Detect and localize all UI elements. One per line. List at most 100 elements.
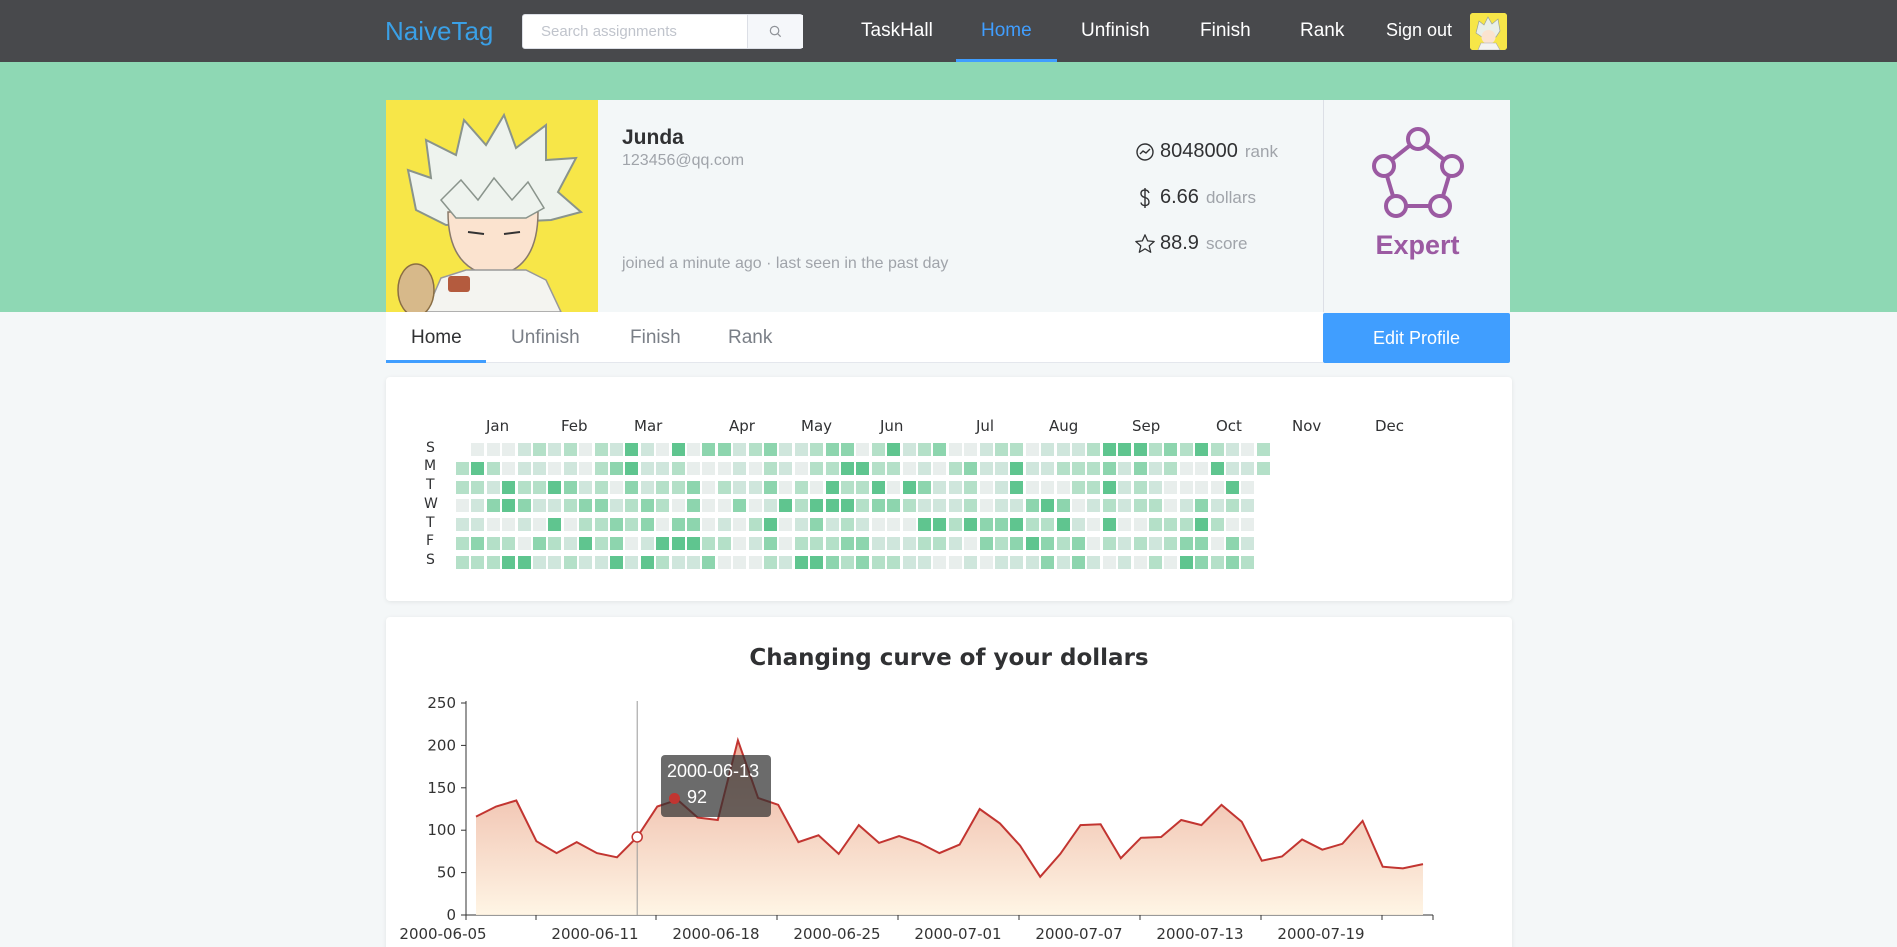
heatmap-cell[interactable]: [594, 499, 608, 513]
heatmap-cell[interactable]: [1164, 443, 1178, 456]
heatmap-cell[interactable]: [1056, 555, 1070, 569]
heatmap-cell[interactable]: [1149, 555, 1162, 569]
heatmap-cell[interactable]: [1072, 518, 1085, 532]
heatmap-cell[interactable]: [1226, 443, 1239, 456]
heatmap-cell[interactable]: [825, 518, 839, 532]
edit-profile-button[interactable]: Edit Profile: [1323, 313, 1510, 363]
heatmap-cell[interactable]: [918, 480, 931, 494]
heatmap-cell[interactable]: [1118, 443, 1132, 456]
heatmap-cell[interactable]: [656, 461, 670, 475]
heatmap-cell[interactable]: [1164, 518, 1178, 532]
heatmap-cell[interactable]: [610, 537, 623, 550]
heatmap-cell[interactable]: [779, 537, 793, 550]
heatmap-cell[interactable]: [979, 537, 993, 550]
heatmap-cell[interactable]: [733, 461, 747, 475]
heatmap-cell[interactable]: [702, 518, 716, 532]
heatmap-cell[interactable]: [1102, 443, 1116, 456]
heatmap-cell[interactable]: [764, 518, 777, 532]
heatmap-cell[interactable]: [1149, 480, 1162, 494]
heatmap-cell[interactable]: [502, 518, 516, 532]
heatmap-cell[interactable]: [1133, 555, 1147, 569]
heatmap-cell[interactable]: [533, 537, 546, 550]
heatmap-cell[interactable]: [1210, 499, 1224, 513]
heatmap-cell[interactable]: [1087, 537, 1101, 550]
heatmap-cell[interactable]: [794, 461, 808, 475]
heatmap-cell[interactable]: [1179, 518, 1193, 532]
heatmap-cell[interactable]: [1041, 443, 1055, 456]
heatmap-cell[interactable]: [486, 518, 500, 532]
heatmap-cell[interactable]: [1179, 461, 1193, 475]
heatmap-cell[interactable]: [625, 555, 639, 569]
heatmap-cell[interactable]: [1102, 537, 1116, 550]
heatmap-cell[interactable]: [1210, 461, 1224, 475]
heatmap-cell[interactable]: [1241, 443, 1255, 456]
heatmap-cell[interactable]: [1087, 461, 1101, 475]
heatmap-cell[interactable]: [610, 518, 623, 532]
heatmap-cell[interactable]: [502, 555, 516, 569]
heatmap-cell[interactable]: [579, 461, 593, 475]
heatmap-cell[interactable]: [871, 480, 885, 494]
heatmap-cell[interactable]: [995, 480, 1008, 494]
heatmap-cell[interactable]: [1010, 537, 1024, 550]
heatmap-cell[interactable]: [887, 461, 901, 475]
heatmap-cell[interactable]: [1041, 518, 1055, 532]
heatmap-cell[interactable]: [810, 499, 824, 513]
heatmap-cell[interactable]: [933, 480, 947, 494]
heatmap-cell[interactable]: [533, 461, 546, 475]
heatmap-cell[interactable]: [779, 461, 793, 475]
heatmap-cell[interactable]: [933, 537, 947, 550]
heatmap-cell[interactable]: [640, 480, 654, 494]
heatmap-cell[interactable]: [964, 555, 978, 569]
heatmap-cell[interactable]: [1195, 443, 1209, 456]
heatmap-cell[interactable]: [1010, 461, 1024, 475]
heatmap-cell[interactable]: [733, 537, 747, 550]
nav-taskhall[interactable]: TaskHall: [861, 20, 933, 42]
heatmap-cell[interactable]: [656, 499, 670, 513]
heatmap-cell[interactable]: [1164, 537, 1178, 550]
heatmap-cell[interactable]: [1025, 555, 1039, 569]
heatmap-cell[interactable]: [625, 461, 639, 475]
heatmap-cell[interactable]: [1025, 480, 1039, 494]
heatmap-cell[interactable]: [1025, 461, 1039, 475]
heatmap-cell[interactable]: [887, 537, 901, 550]
heatmap-cell[interactable]: [933, 461, 947, 475]
heatmap-cell[interactable]: [563, 518, 577, 532]
heatmap-cell[interactable]: [1210, 555, 1224, 569]
heatmap-cell[interactable]: [640, 499, 654, 513]
heatmap-cell[interactable]: [1149, 537, 1162, 550]
heatmap-cell[interactable]: [841, 480, 854, 494]
heatmap-cell[interactable]: [748, 480, 762, 494]
heatmap-cell[interactable]: [948, 537, 962, 550]
heatmap-cell[interactable]: [456, 555, 469, 569]
heatmap-cell[interactable]: [1010, 518, 1024, 532]
heatmap-cell[interactable]: [579, 443, 593, 456]
heatmap-cell[interactable]: [764, 443, 777, 456]
heatmap-cell[interactable]: [548, 499, 562, 513]
heatmap-cell[interactable]: [871, 499, 885, 513]
heatmap-cell[interactable]: [887, 443, 901, 456]
heatmap-cell[interactable]: [733, 443, 747, 456]
heatmap-cell[interactable]: [918, 461, 931, 475]
heatmap-cell[interactable]: [825, 461, 839, 475]
heatmap-cell[interactable]: [779, 555, 793, 569]
heatmap-cell[interactable]: [656, 518, 670, 532]
heatmap-cell[interactable]: [1041, 480, 1055, 494]
heatmap-cell[interactable]: [640, 443, 654, 456]
heatmap-cell[interactable]: [656, 555, 670, 569]
heatmap-cell[interactable]: [471, 537, 485, 550]
heatmap-cell[interactable]: [687, 518, 700, 532]
heatmap-cell[interactable]: [1195, 499, 1209, 513]
heatmap-cell[interactable]: [995, 443, 1008, 456]
heatmap-cell[interactable]: [841, 443, 854, 456]
heatmap-cell[interactable]: [1241, 461, 1255, 475]
heatmap-cell[interactable]: [764, 537, 777, 550]
heatmap-cell[interactable]: [1056, 480, 1070, 494]
heatmap-cell[interactable]: [856, 480, 870, 494]
heatmap-cell[interactable]: [563, 555, 577, 569]
heatmap-cell[interactable]: [640, 555, 654, 569]
heatmap-cell[interactable]: [856, 537, 870, 550]
heatmap-cell[interactable]: [748, 443, 762, 456]
heatmap-cell[interactable]: [656, 537, 670, 550]
heatmap-cell[interactable]: [548, 555, 562, 569]
heatmap-cell[interactable]: [856, 461, 870, 475]
